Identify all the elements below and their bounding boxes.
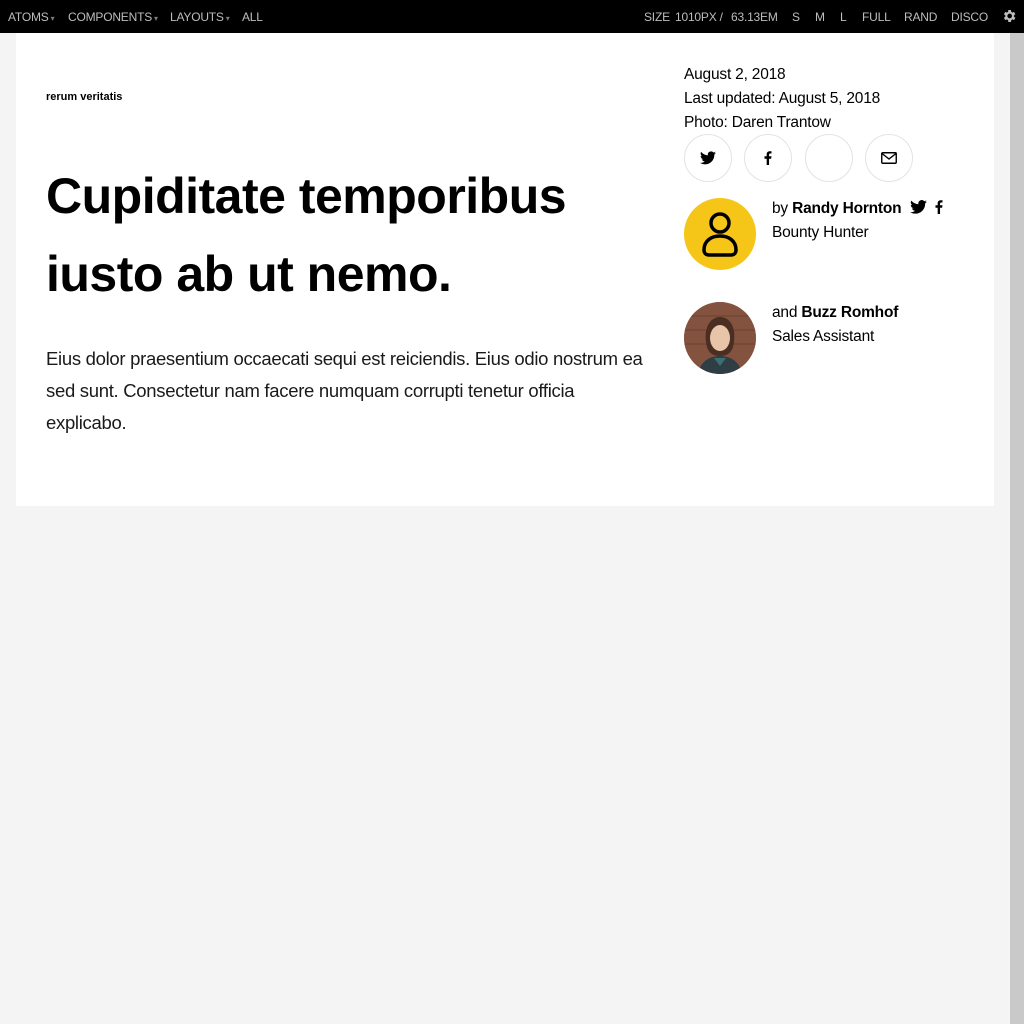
author-photo-avatar[interactable] <box>684 302 756 374</box>
chevron-down-icon: ▾ <box>154 14 158 23</box>
facebook-icon <box>764 151 772 165</box>
chevron-down-icon: ▾ <box>50 14 55 23</box>
article-kicker[interactable]: rerum veritatis <box>46 91 122 103</box>
chevron-down-icon: ▾ <box>225 14 230 23</box>
photo-credit: Photo: Daren Trantow <box>684 114 831 131</box>
twitter-icon[interactable] <box>909 200 927 214</box>
article-dek: Eius dolor praesentium occaecati sequi e… <box>46 348 643 433</box>
author-byline: and Buzz Romhof Sales Assistant <box>684 302 984 376</box>
byline-prefix: and <box>772 304 798 321</box>
size-small-button[interactable]: S <box>792 10 800 24</box>
author-name-link[interactable]: Randy Hornton <box>792 200 902 217</box>
email-icon <box>881 152 897 164</box>
author-role: Bounty Hunter <box>772 224 869 241</box>
viewport-resize-handle[interactable] <box>1010 33 1024 1024</box>
author-role: Sales Assistant <box>772 328 875 345</box>
author-name-row: by Randy Hornton <box>772 200 943 218</box>
nav-atoms-label: ATOMS <box>8 10 49 24</box>
nav-all[interactable]: ALL <box>242 10 263 24</box>
author-byline: by Randy Hornton Bounty Hunter <box>684 198 984 272</box>
size-random-button[interactable]: RAND <box>904 10 937 24</box>
person-placeholder-icon <box>702 212 738 257</box>
author-name-link[interactable]: Buzz Romhof <box>801 304 898 321</box>
pattern-lab-toolbar: ATOMS ▾ COMPONENTS ▾ LAYOUTS ▾ ALL SIZE 101… <box>0 0 1024 33</box>
size-label: SIZE <box>644 10 670 24</box>
share-twitter-button[interactable] <box>684 134 732 182</box>
nav-atoms[interactable]: ATOMS ▾ <box>8 10 55 24</box>
share-email-button[interactable] <box>865 134 913 182</box>
share-facebook-button[interactable] <box>744 134 792 182</box>
size-large-button[interactable]: L <box>840 10 847 24</box>
size-px-readout[interactable]: 1010PX / <box>675 10 723 24</box>
photo-avatar <box>684 302 756 374</box>
nav-components[interactable]: COMPONENTS ▾ <box>68 10 158 24</box>
nav-components-label: COMPONENTS <box>68 10 153 24</box>
size-em-readout[interactable]: 63.13EM <box>731 10 778 24</box>
facebook-icon[interactable] <box>935 200 943 214</box>
publish-date: August 2, 2018 <box>684 66 786 83</box>
nav-layouts[interactable]: LAYOUTS ▾ <box>170 10 230 24</box>
gear-icon[interactable] <box>1001 8 1017 24</box>
updated-date: Last updated: August 5, 2018 <box>684 90 881 107</box>
nav-layouts-label: LAYOUTS <box>170 10 224 24</box>
author-avatar[interactable] <box>684 198 756 270</box>
size-medium-button[interactable]: M <box>815 10 825 24</box>
share-blank-button[interactable] <box>805 134 853 182</box>
article-headline: Cupiditate temporibus iusto ab ut nemo. <box>46 168 567 302</box>
size-disco-button[interactable]: DISCO <box>951 10 988 24</box>
byline-prefix: by <box>772 200 788 217</box>
article-header: rerum veritatis Cupiditate temporibus iu… <box>16 33 994 506</box>
author-name-row: and Buzz Romhof <box>772 304 898 322</box>
article-meta: August 2, 2018 Last updated: August 5, 2… <box>684 63 984 135</box>
size-full-button[interactable]: FULL <box>862 10 891 24</box>
twitter-icon <box>700 151 716 165</box>
nav-all-label: ALL <box>242 10 263 24</box>
